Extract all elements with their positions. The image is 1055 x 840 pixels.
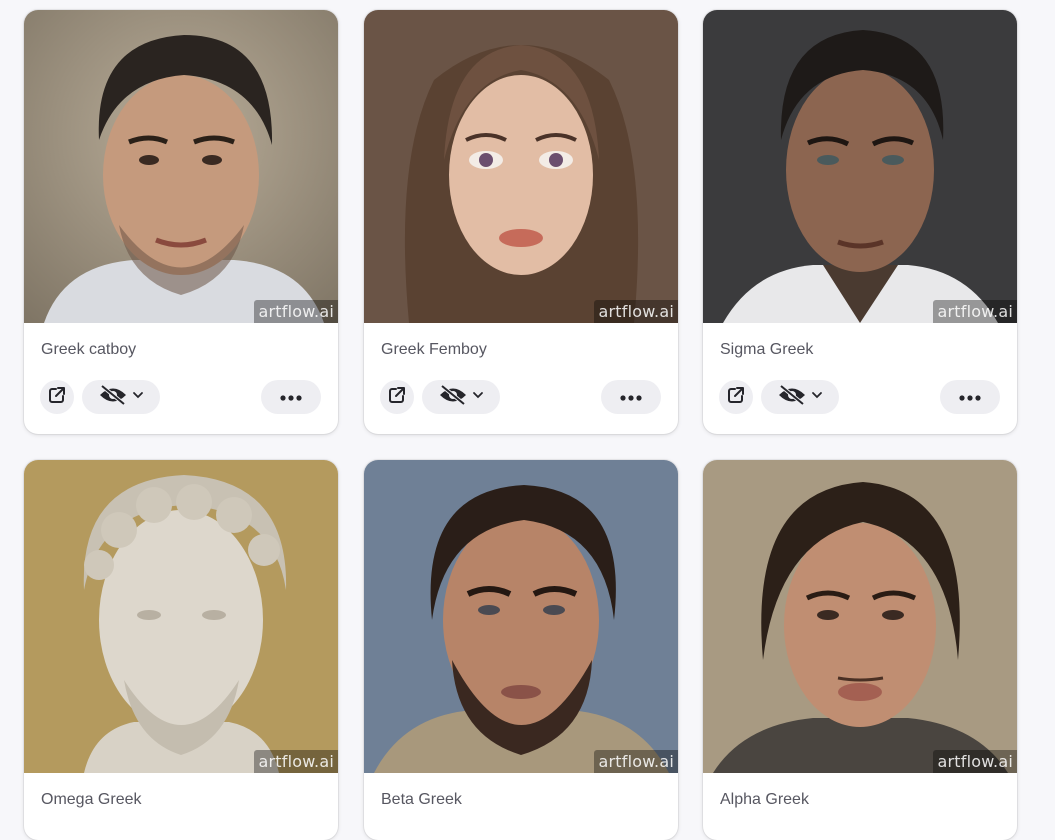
card[interactable]: artflow.ai Greek catboy [24, 10, 338, 434]
portrait-image[interactable]: artflow.ai [24, 460, 338, 773]
card-title: Greek Femboy [381, 341, 487, 358]
external-link-icon [387, 385, 407, 410]
chevron-down-icon [811, 388, 823, 406]
watermark: artflow.ai [932, 750, 1017, 773]
more-options-button[interactable] [261, 380, 321, 414]
card-title: Sigma Greek [720, 341, 814, 358]
portrait-image[interactable]: artflow.ai [24, 10, 338, 323]
open-link-button[interactable] [719, 380, 753, 414]
more-options-button[interactable] [940, 380, 1000, 414]
card[interactable]: artflow.ai Sigma Greek [703, 10, 1017, 434]
card-title: Beta Greek [381, 791, 462, 808]
watermark: artflow.ai [253, 300, 338, 323]
watermark: artflow.ai [932, 300, 1017, 323]
more-options-button[interactable] [601, 380, 661, 414]
card-title: Alpha Greek [720, 791, 809, 808]
open-link-button[interactable] [40, 380, 74, 414]
portrait-image[interactable]: artflow.ai [703, 460, 1017, 773]
open-link-button[interactable] [380, 380, 414, 414]
external-link-icon [47, 385, 67, 410]
card[interactable]: artflow.ai Beta Greek [364, 460, 678, 840]
more-horizontal-icon [620, 388, 642, 406]
visibility-dropdown[interactable] [761, 380, 839, 414]
portrait-image[interactable]: artflow.ai [364, 10, 678, 323]
portrait-image[interactable]: artflow.ai [703, 10, 1017, 323]
chevron-down-icon [132, 388, 144, 406]
more-horizontal-icon [959, 388, 981, 406]
card[interactable]: artflow.ai Alpha Greek [703, 460, 1017, 840]
visibility-dropdown[interactable] [82, 380, 160, 414]
eye-off-icon [438, 383, 468, 411]
portrait-image[interactable]: artflow.ai [364, 460, 678, 773]
watermark: artflow.ai [593, 750, 678, 773]
watermark: artflow.ai [593, 300, 678, 323]
chevron-down-icon [472, 388, 484, 406]
card-title: Omega Greek [41, 791, 142, 808]
eye-off-icon [777, 383, 807, 411]
watermark: artflow.ai [253, 750, 338, 773]
eye-off-icon [98, 383, 128, 411]
card[interactable]: artflow.ai Greek Femboy [364, 10, 678, 434]
card[interactable]: artflow.ai Omega Greek [24, 460, 338, 840]
visibility-dropdown[interactable] [422, 380, 500, 414]
more-horizontal-icon [280, 388, 302, 406]
external-link-icon [726, 385, 746, 410]
card-title: Greek catboy [41, 341, 137, 358]
